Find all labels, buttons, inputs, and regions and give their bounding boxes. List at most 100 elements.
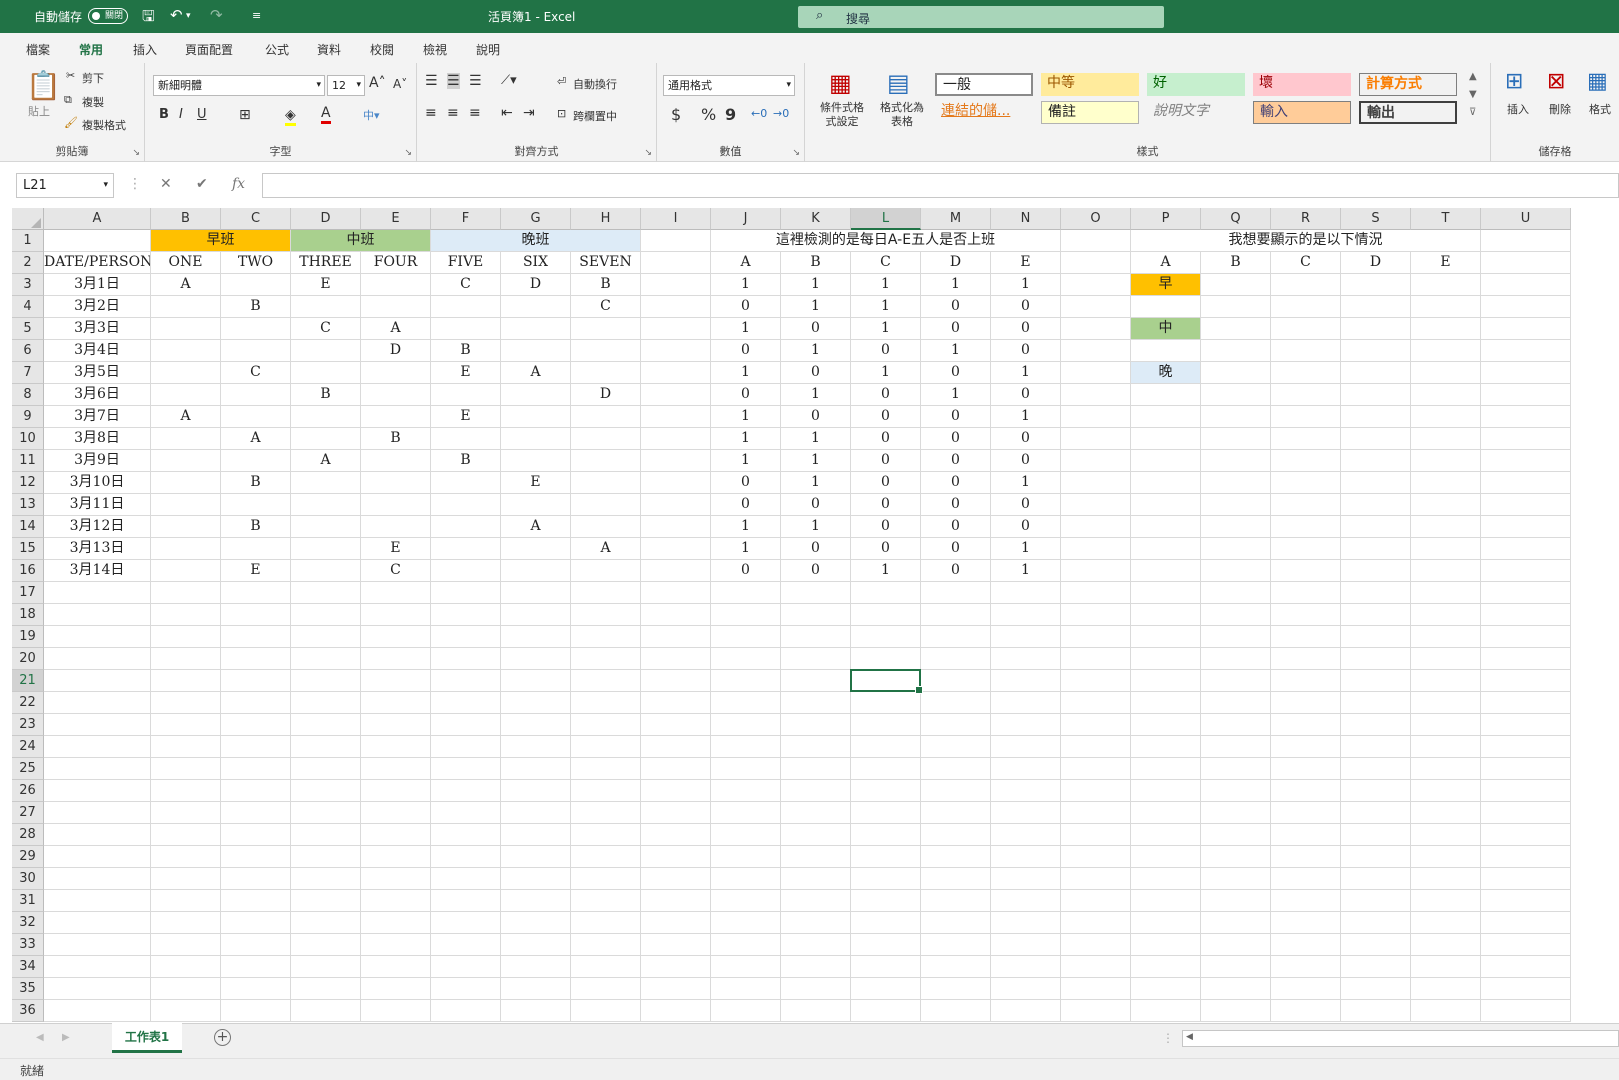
cell-g5[interactable]: [501, 318, 571, 340]
cell-b10[interactable]: [151, 428, 221, 450]
cell-e29[interactable]: [361, 846, 431, 868]
cell-e11[interactable]: [361, 450, 431, 472]
cell-f9[interactable]: E: [431, 406, 501, 428]
cell-k17[interactable]: [781, 582, 851, 604]
decrease-indent-icon[interactable]: ⇤: [501, 105, 513, 121]
cell-m19[interactable]: [921, 626, 991, 648]
cell-g6[interactable]: [501, 340, 571, 362]
cell-e16[interactable]: C: [361, 560, 431, 582]
row-header-28[interactable]: 28: [12, 824, 44, 846]
cell-f5[interactable]: [431, 318, 501, 340]
cell-j25[interactable]: [711, 758, 781, 780]
row-header-11[interactable]: 11: [12, 450, 44, 472]
cell-p9[interactable]: [1131, 406, 1201, 428]
cell-j3[interactable]: 1: [711, 274, 781, 296]
cell-h12[interactable]: [571, 472, 641, 494]
cell-c17[interactable]: [221, 582, 291, 604]
cell-k31[interactable]: [781, 890, 851, 912]
cell-i15[interactable]: [641, 538, 711, 560]
cell-p26[interactable]: [1131, 780, 1201, 802]
cell-d16[interactable]: [291, 560, 361, 582]
cell-m12[interactable]: 0: [921, 472, 991, 494]
cell-c14[interactable]: B: [221, 516, 291, 538]
merge-icon[interactable]: ⊡: [557, 107, 566, 120]
increase-decimal-icon[interactable]: ←0: [751, 107, 767, 120]
cell-u35[interactable]: [1481, 978, 1571, 1000]
cell-n23[interactable]: [991, 714, 1061, 736]
cell-j16[interactable]: 0: [711, 560, 781, 582]
cell-t6[interactable]: [1411, 340, 1481, 362]
cell-b20[interactable]: [151, 648, 221, 670]
cell-h13[interactable]: [571, 494, 641, 516]
cell-f27[interactable]: [431, 802, 501, 824]
cell-b11[interactable]: [151, 450, 221, 472]
tab-formulas[interactable]: 公式: [265, 41, 289, 58]
cell-l28[interactable]: [851, 824, 921, 846]
cell-m36[interactable]: [921, 1000, 991, 1022]
cell-p32[interactable]: [1131, 912, 1201, 934]
cell-a17[interactable]: [44, 582, 151, 604]
cell-k3[interactable]: 1: [781, 274, 851, 296]
cell-n15[interactable]: 1: [991, 538, 1061, 560]
cell-s25[interactable]: [1341, 758, 1411, 780]
cell-o6[interactable]: [1061, 340, 1131, 362]
cell-f19[interactable]: [431, 626, 501, 648]
cell-d19[interactable]: [291, 626, 361, 648]
cell-h29[interactable]: [571, 846, 641, 868]
cell-d28[interactable]: [291, 824, 361, 846]
cell-m20[interactable]: [921, 648, 991, 670]
row-header-18[interactable]: 18: [12, 604, 44, 626]
cell-u1[interactable]: [1481, 230, 1571, 252]
cell-n14[interactable]: 0: [991, 516, 1061, 538]
cell-r26[interactable]: [1271, 780, 1341, 802]
cell-i25[interactable]: [641, 758, 711, 780]
select-all-corner[interactable]: [12, 208, 44, 230]
cell-t19[interactable]: [1411, 626, 1481, 648]
cell-a36[interactable]: [44, 1000, 151, 1022]
cell-g31[interactable]: [501, 890, 571, 912]
cell-r18[interactable]: [1271, 604, 1341, 626]
cell-k28[interactable]: [781, 824, 851, 846]
cell-d15[interactable]: [291, 538, 361, 560]
cell-f12[interactable]: [431, 472, 501, 494]
cell-l10[interactable]: 0: [851, 428, 921, 450]
cell-k21[interactable]: [781, 670, 851, 692]
cell-d20[interactable]: [291, 648, 361, 670]
cell-s28[interactable]: [1341, 824, 1411, 846]
cell-e10[interactable]: B: [361, 428, 431, 450]
cell-c18[interactable]: [221, 604, 291, 626]
split-handle-icon[interactable]: ⋮: [1162, 1031, 1174, 1045]
cell-l32[interactable]: [851, 912, 921, 934]
cell-m27[interactable]: [921, 802, 991, 824]
cell-p25[interactable]: [1131, 758, 1201, 780]
cell-c33[interactable]: [221, 934, 291, 956]
cell-c26[interactable]: [221, 780, 291, 802]
font-size-select[interactable]: 12 ▾: [327, 75, 365, 96]
cell-n32[interactable]: [991, 912, 1061, 934]
cell-f33[interactable]: [431, 934, 501, 956]
cell-q7[interactable]: [1201, 362, 1271, 384]
cell-u10[interactable]: [1481, 428, 1571, 450]
decrease-font-icon[interactable]: A˅: [393, 77, 407, 91]
percent-button[interactable]: %: [701, 105, 716, 124]
cell-u30[interactable]: [1481, 868, 1571, 890]
cell-g33[interactable]: [501, 934, 571, 956]
cell-k35[interactable]: [781, 978, 851, 1000]
phonetic-icon[interactable]: 中▾: [363, 107, 380, 123]
cell-t18[interactable]: [1411, 604, 1481, 626]
cell-o21[interactable]: [1061, 670, 1131, 692]
cell-a19[interactable]: [44, 626, 151, 648]
cell-u27[interactable]: [1481, 802, 1571, 824]
cell-r6[interactable]: [1271, 340, 1341, 362]
cell-d13[interactable]: [291, 494, 361, 516]
cell-i13[interactable]: [641, 494, 711, 516]
cell-j8[interactable]: 0: [711, 384, 781, 406]
cell-g4[interactable]: [501, 296, 571, 318]
cell-h7[interactable]: [571, 362, 641, 384]
cell-c3[interactable]: [221, 274, 291, 296]
prev-sheet-icon[interactable]: ◀: [36, 1032, 44, 1043]
cell-f21[interactable]: [431, 670, 501, 692]
cell-e14[interactable]: [361, 516, 431, 538]
cell-f6[interactable]: B: [431, 340, 501, 362]
row-header-9[interactable]: 9: [12, 406, 44, 428]
